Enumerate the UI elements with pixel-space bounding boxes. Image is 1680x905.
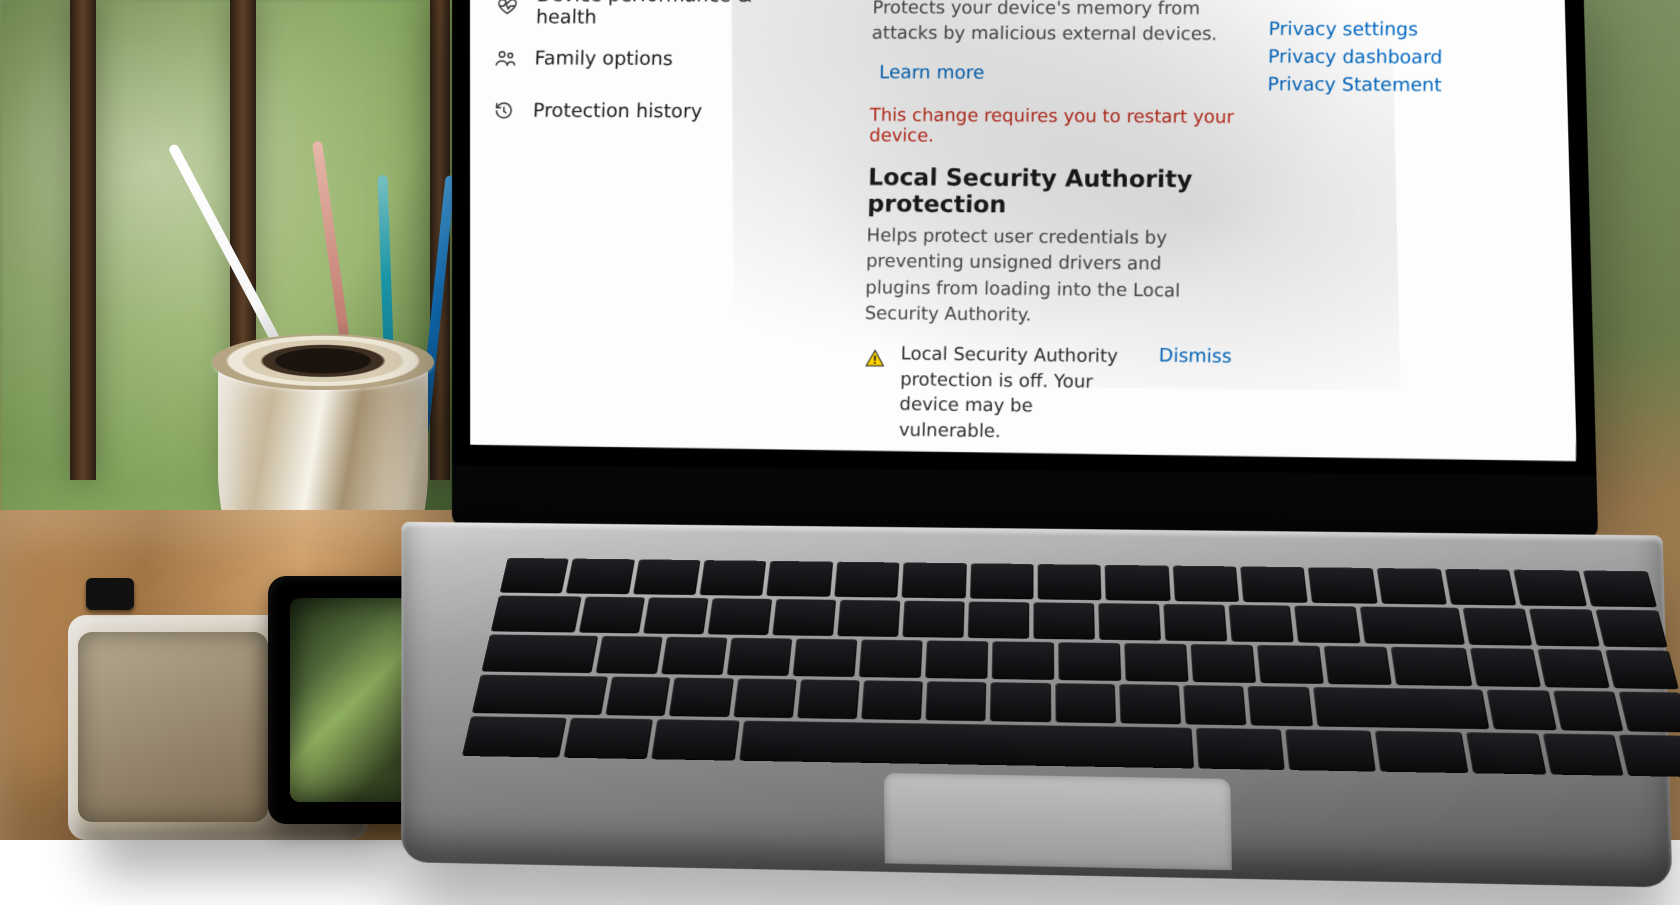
- lsa-warning-row: Local Security Authority protection is o…: [861, 342, 1231, 448]
- heart-icon: [496, 0, 519, 17]
- warning-triangle-icon: [863, 348, 886, 369]
- lsa-warning-text: Local Security Authority protection is o…: [899, 342, 1139, 446]
- history-icon: [492, 99, 515, 121]
- privacy-dashboard-link[interactable]: Privacy dashboard: [1268, 46, 1561, 69]
- laptop: Device security Device performance & hea…: [452, 0, 1680, 905]
- laptop-touchpad: [884, 773, 1232, 870]
- sidebar-item-label: Family options: [534, 47, 673, 70]
- privacy-panel: View and change privacy settings for you…: [1249, 0, 1577, 461]
- sidebar-item-protection-history[interactable]: Protection history: [470, 84, 836, 139]
- lsa-heading: Local Security Authority protection: [867, 164, 1235, 220]
- lsa-description: Helps protect user credentials by preven…: [864, 223, 1234, 331]
- security-sidebar: Device security Device performance & hea…: [470, 0, 840, 450]
- laptop-keyboard: [474, 558, 1680, 721]
- laptop-screen: Device security Device performance & hea…: [470, 0, 1577, 473]
- sidebar-item-label: Device performance & health: [536, 0, 810, 29]
- people-icon: [494, 47, 517, 69]
- privacy-statement-link[interactable]: Privacy Statement: [1267, 74, 1560, 97]
- main-content: Learn more Memory access protection Prot…: [826, 0, 1258, 456]
- privacy-settings-link[interactable]: Privacy settings: [1268, 19, 1561, 42]
- restart-required-notice: This change requires you to restart your…: [869, 105, 1236, 148]
- sidebar-item-family-options[interactable]: Family options: [470, 32, 837, 86]
- windows-security-app: Device security Device performance & hea…: [470, 0, 1577, 461]
- sidebar-item-label: Protection history: [533, 100, 703, 123]
- memory-access-description: Protects your device's memory from attac…: [872, 0, 1238, 49]
- sidebar-item-device-health[interactable]: Device performance & health: [470, 0, 839, 33]
- privacy-panel-description: View and change privacy settings for you…: [1269, 0, 1543, 5]
- dismiss-link[interactable]: Dismiss: [1159, 345, 1232, 368]
- learn-more-link-memory[interactable]: Learn more: [879, 62, 985, 84]
